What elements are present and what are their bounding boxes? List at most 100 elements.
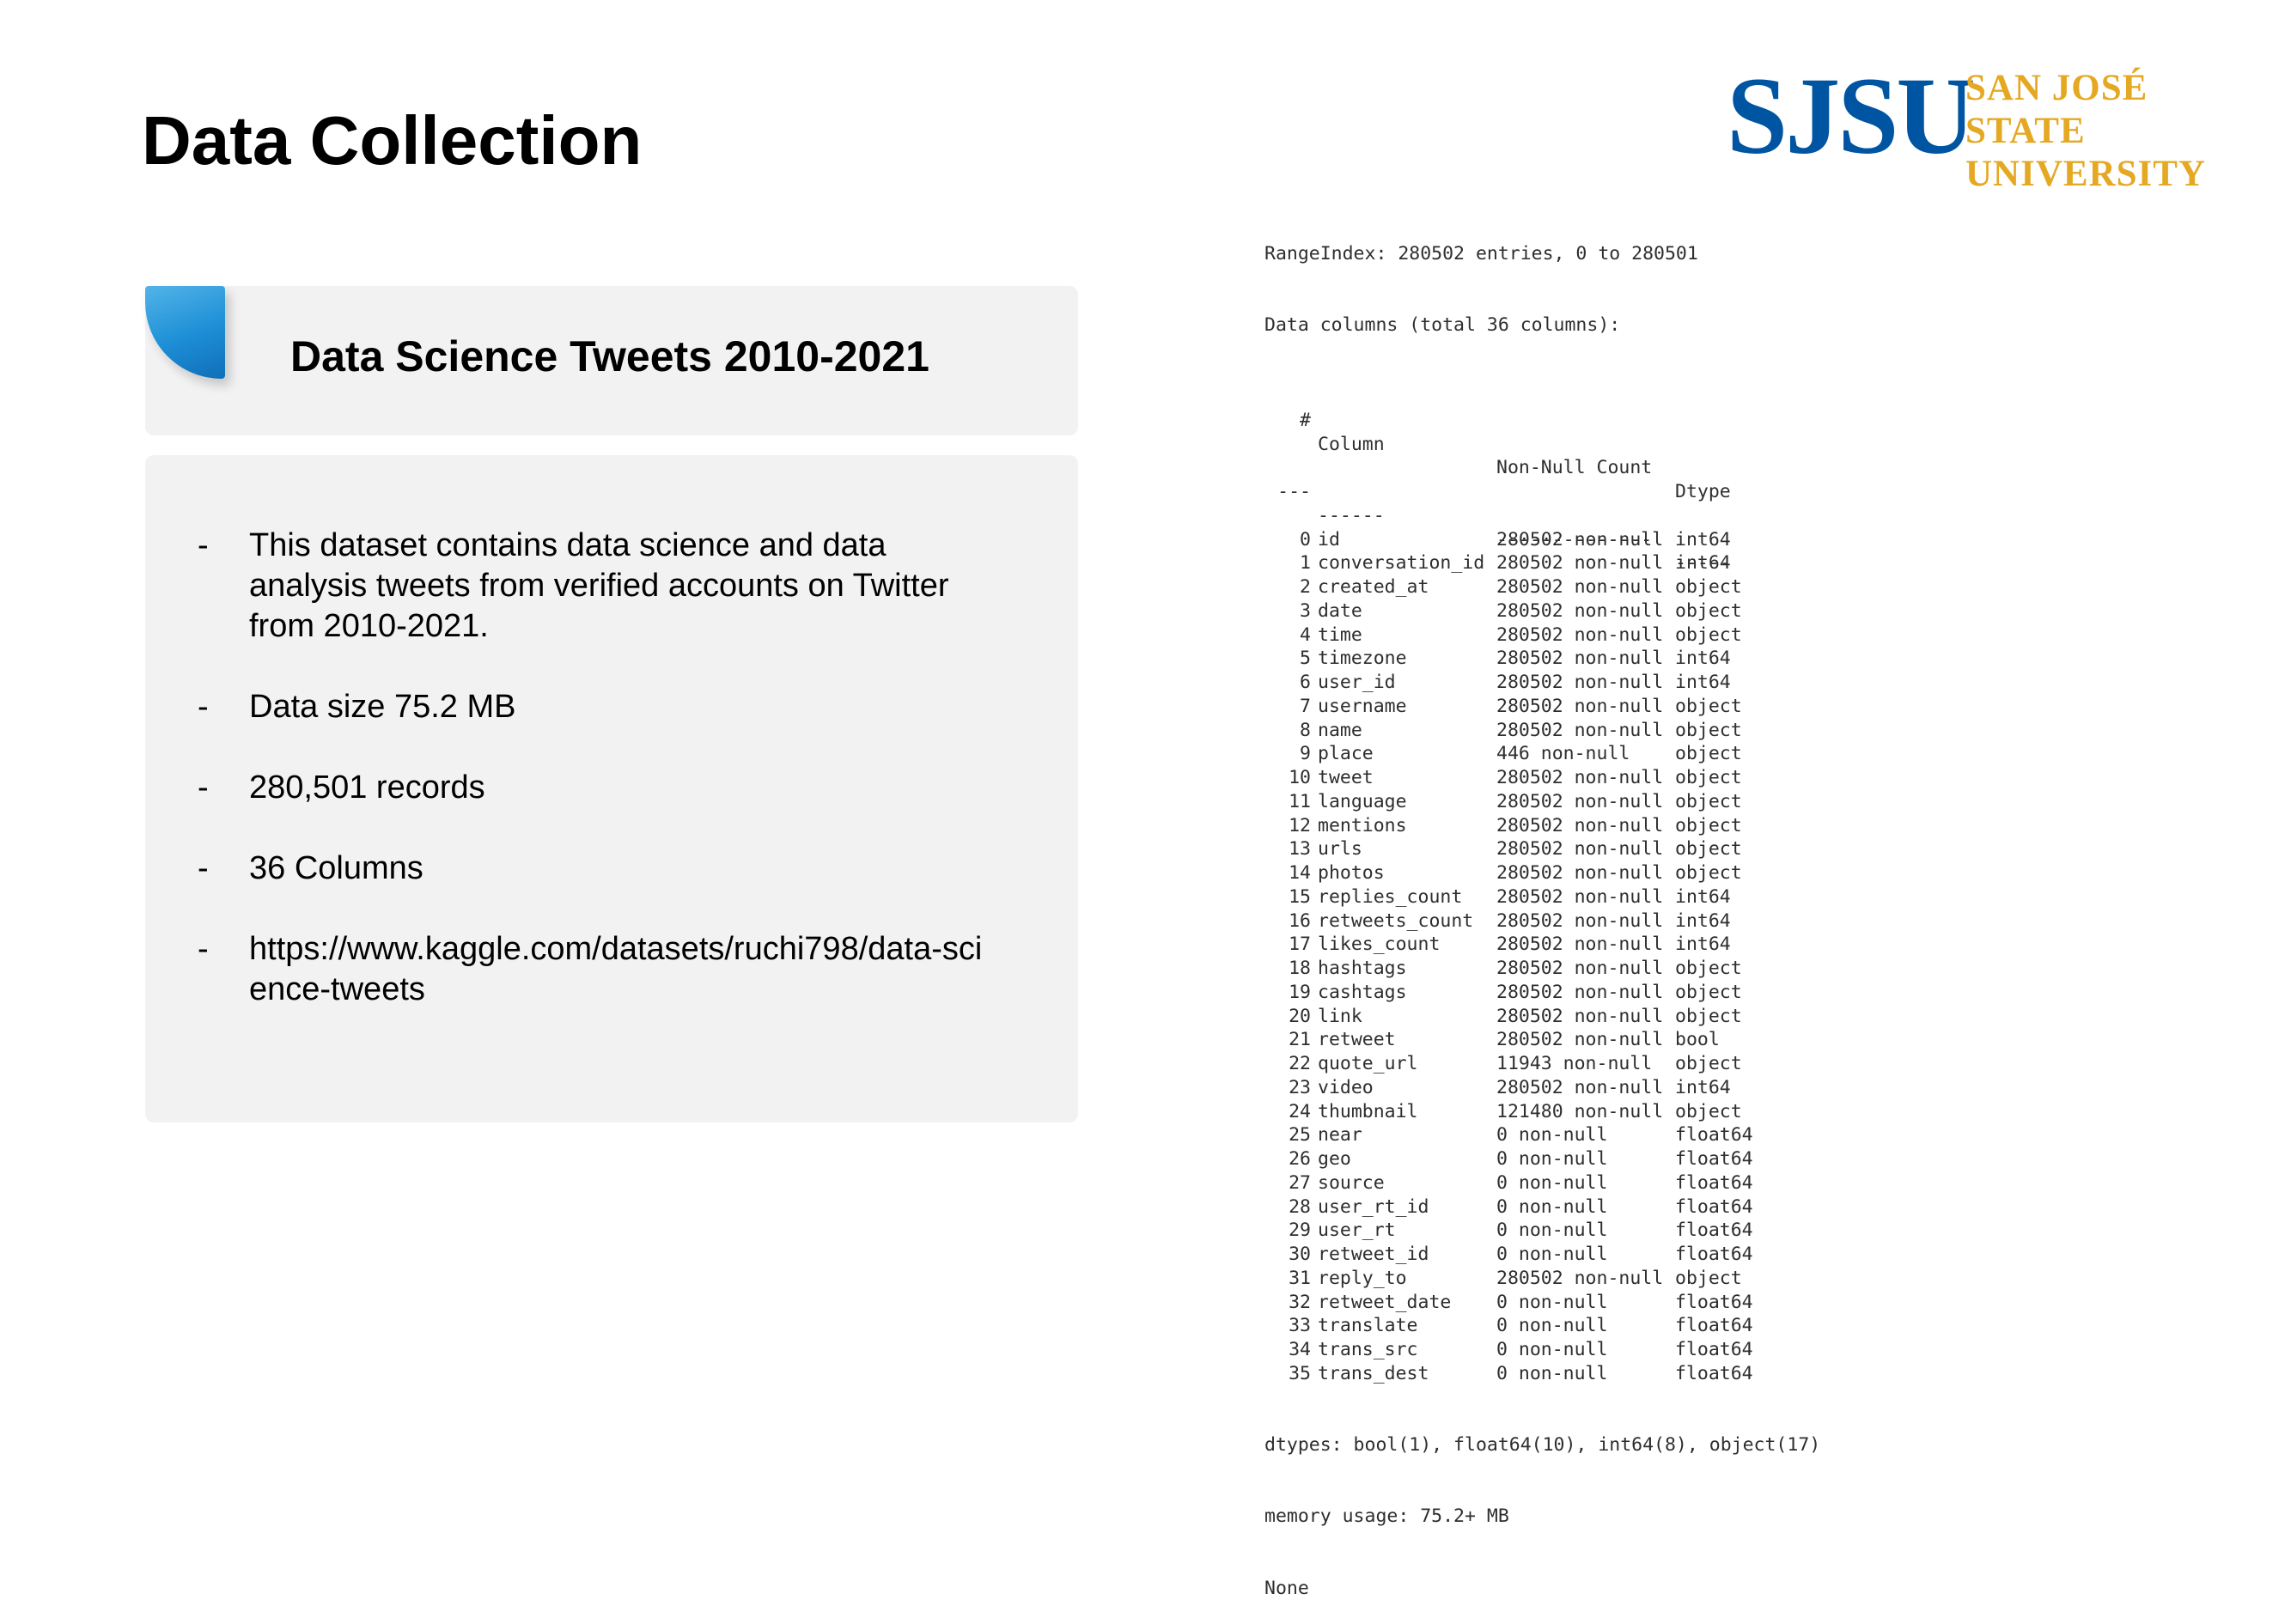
- info-column-row: 9 place 446 non-null object: [1264, 742, 1866, 766]
- column-name: language: [1318, 790, 1407, 812]
- column-name: replies_count: [1318, 885, 1463, 908]
- logo-name-line-1: SAN JOSÉ STATE: [1965, 68, 2148, 151]
- non-null-count: 280502 non-null: [1496, 648, 1664, 670]
- column-dtype: object: [1675, 1005, 1742, 1027]
- column-index: 25: [1289, 1124, 1311, 1147]
- column-index: 30: [1289, 1244, 1311, 1265]
- column-index: 24: [1289, 1100, 1311, 1122]
- column-index: 9: [1300, 743, 1311, 765]
- bullet-text: Data size 75.2 MB: [249, 689, 516, 725]
- column-dtype: int64: [1675, 648, 1731, 670]
- non-null-count: 280502 non-null: [1496, 623, 1664, 646]
- column-index: 28: [1289, 1195, 1311, 1218]
- column-index: 16: [1289, 909, 1311, 932]
- column-dtype: float64: [1675, 1244, 1753, 1265]
- column-index: 13: [1289, 838, 1311, 861]
- column-index: 31: [1289, 1267, 1311, 1289]
- info-column-row: 23 video 280502 non-null int64: [1264, 1076, 1866, 1100]
- info-column-row: 24 thumbnail 121480 non-null object: [1264, 1100, 1866, 1124]
- column-name: quote_url: [1318, 1053, 1418, 1074]
- column-dtype: object: [1675, 743, 1742, 765]
- column-dtype: float64: [1675, 1291, 1753, 1313]
- info-column-row: 4 time 280502 non-null object: [1264, 623, 1866, 648]
- column-index: 3: [1300, 599, 1311, 622]
- non-null-count: 280502 non-null: [1496, 838, 1664, 861]
- bullet-text: 36 Columns: [249, 850, 423, 886]
- column-name: link: [1318, 1005, 1362, 1027]
- column-index: 18: [1289, 958, 1311, 979]
- column-index: 15: [1289, 885, 1311, 908]
- column-dtype: object: [1675, 814, 1742, 836]
- bullet-columns: - 36 Columns: [198, 848, 1039, 889]
- header-dtype: Dtype: [1675, 481, 1731, 502]
- column-dtype: bool: [1675, 1029, 1720, 1051]
- column-index: 19: [1289, 981, 1311, 1003]
- non-null-count: 0 non-null: [1496, 1362, 1608, 1384]
- bullet-dash: -: [198, 931, 209, 967]
- info-column-row: 32 retweet_date 0 non-null float64: [1264, 1291, 1866, 1315]
- info-rows: 0 id 280502 non-null int64 1 conversation_id 2…: [1264, 528, 1866, 1386]
- column-index: 34: [1289, 1339, 1311, 1360]
- non-null-count: 280502 non-null: [1496, 981, 1664, 1003]
- column-name: retweet: [1318, 1029, 1396, 1051]
- non-null-count: 280502 non-null: [1496, 909, 1664, 932]
- source-link[interactable]: https://www.kaggle.com/datasets/ruchi798…: [249, 929, 996, 1010]
- column-index: 14: [1289, 862, 1311, 884]
- non-null-count: 280502 non-null: [1496, 1005, 1664, 1027]
- column-name: source: [1318, 1171, 1385, 1194]
- info-column-row: 5 timezone 280502 non-null int64: [1264, 647, 1866, 671]
- non-null-count: 0 non-null: [1496, 1315, 1608, 1337]
- header-num: #: [1300, 409, 1311, 431]
- column-name: urls: [1318, 838, 1362, 861]
- info-column-row: 21 retweet 280502 non-null bool: [1264, 1028, 1866, 1052]
- column-dtype: object: [1675, 981, 1742, 1003]
- column-name: conversation_id: [1318, 552, 1485, 575]
- non-null-count: 280502 non-null: [1496, 814, 1664, 836]
- column-name: created_at: [1318, 576, 1429, 598]
- column-dtype: float64: [1675, 1171, 1753, 1194]
- bullet-dash: -: [198, 850, 209, 886]
- column-name: thumbnail: [1318, 1100, 1418, 1122]
- column-dtype: object: [1675, 1267, 1742, 1289]
- info-column-row: 14 photos 280502 non-null object: [1264, 861, 1866, 885]
- slide-title: Data Collection: [142, 102, 643, 179]
- column-dtype: object: [1675, 958, 1742, 979]
- non-null-count: 280502 non-null: [1496, 1076, 1664, 1098]
- column-index: 23: [1289, 1076, 1311, 1098]
- bullet-dash: -: [198, 527, 209, 563]
- column-dtype: float64: [1675, 1148, 1753, 1170]
- column-name: user_id: [1318, 672, 1396, 693]
- column-dtype: object: [1675, 623, 1742, 646]
- column-index: 33: [1289, 1315, 1311, 1337]
- info-column-row: 28 user_rt_id 0 non-null float64: [1264, 1195, 1866, 1220]
- column-dtype: object: [1675, 576, 1742, 598]
- column-index: 26: [1289, 1148, 1311, 1170]
- column-index: 2: [1300, 576, 1311, 598]
- info-column-row: 29 user_rt 0 non-null float64: [1264, 1219, 1866, 1243]
- column-dtype: int64: [1675, 909, 1731, 932]
- logo-university-name: SAN JOSÉ STATE UNIVERSITY: [1965, 67, 2242, 196]
- info-column-row: 30 retweet_id 0 non-null float64: [1264, 1243, 1866, 1267]
- column-dtype: object: [1675, 838, 1742, 861]
- info-column-row: 0 id 280502 non-null int64: [1264, 528, 1866, 552]
- dataset-title: Data Science Tweets 2010-2021: [290, 332, 929, 380]
- info-column-row: 16 retweets_count 280502 non-null int64: [1264, 909, 1866, 934]
- info-column-row: 10 tweet 280502 non-null object: [1264, 766, 1866, 790]
- column-name: hashtags: [1318, 958, 1407, 979]
- non-null-count: 0 non-null: [1496, 1124, 1608, 1147]
- separator-column: ------: [1318, 504, 1385, 526]
- info-column-row: 17 likes_count 280502 non-null int64: [1264, 933, 1866, 957]
- non-null-count: 280502 non-null: [1496, 958, 1664, 979]
- non-null-count: 0 non-null: [1496, 1339, 1608, 1360]
- info-column-row: 22 quote_url 11943 non-null object: [1264, 1052, 1866, 1076]
- non-null-count: 446 non-null: [1496, 743, 1630, 765]
- info-column-row: 18 hashtags 280502 non-null object: [1264, 957, 1866, 981]
- bullet-text: 280,501 records: [249, 769, 485, 806]
- column-index: 7: [1300, 695, 1311, 717]
- info-column-row: 7 username 280502 non-null object: [1264, 695, 1866, 719]
- info-column-row: 8 name 280502 non-null object: [1264, 719, 1866, 743]
- column-dtype: float64: [1675, 1195, 1753, 1218]
- column-index: 1: [1300, 552, 1311, 575]
- column-name: retweet_id: [1318, 1244, 1429, 1265]
- dataset-bullet-list: - This dataset contains data science and…: [198, 526, 1039, 1050]
